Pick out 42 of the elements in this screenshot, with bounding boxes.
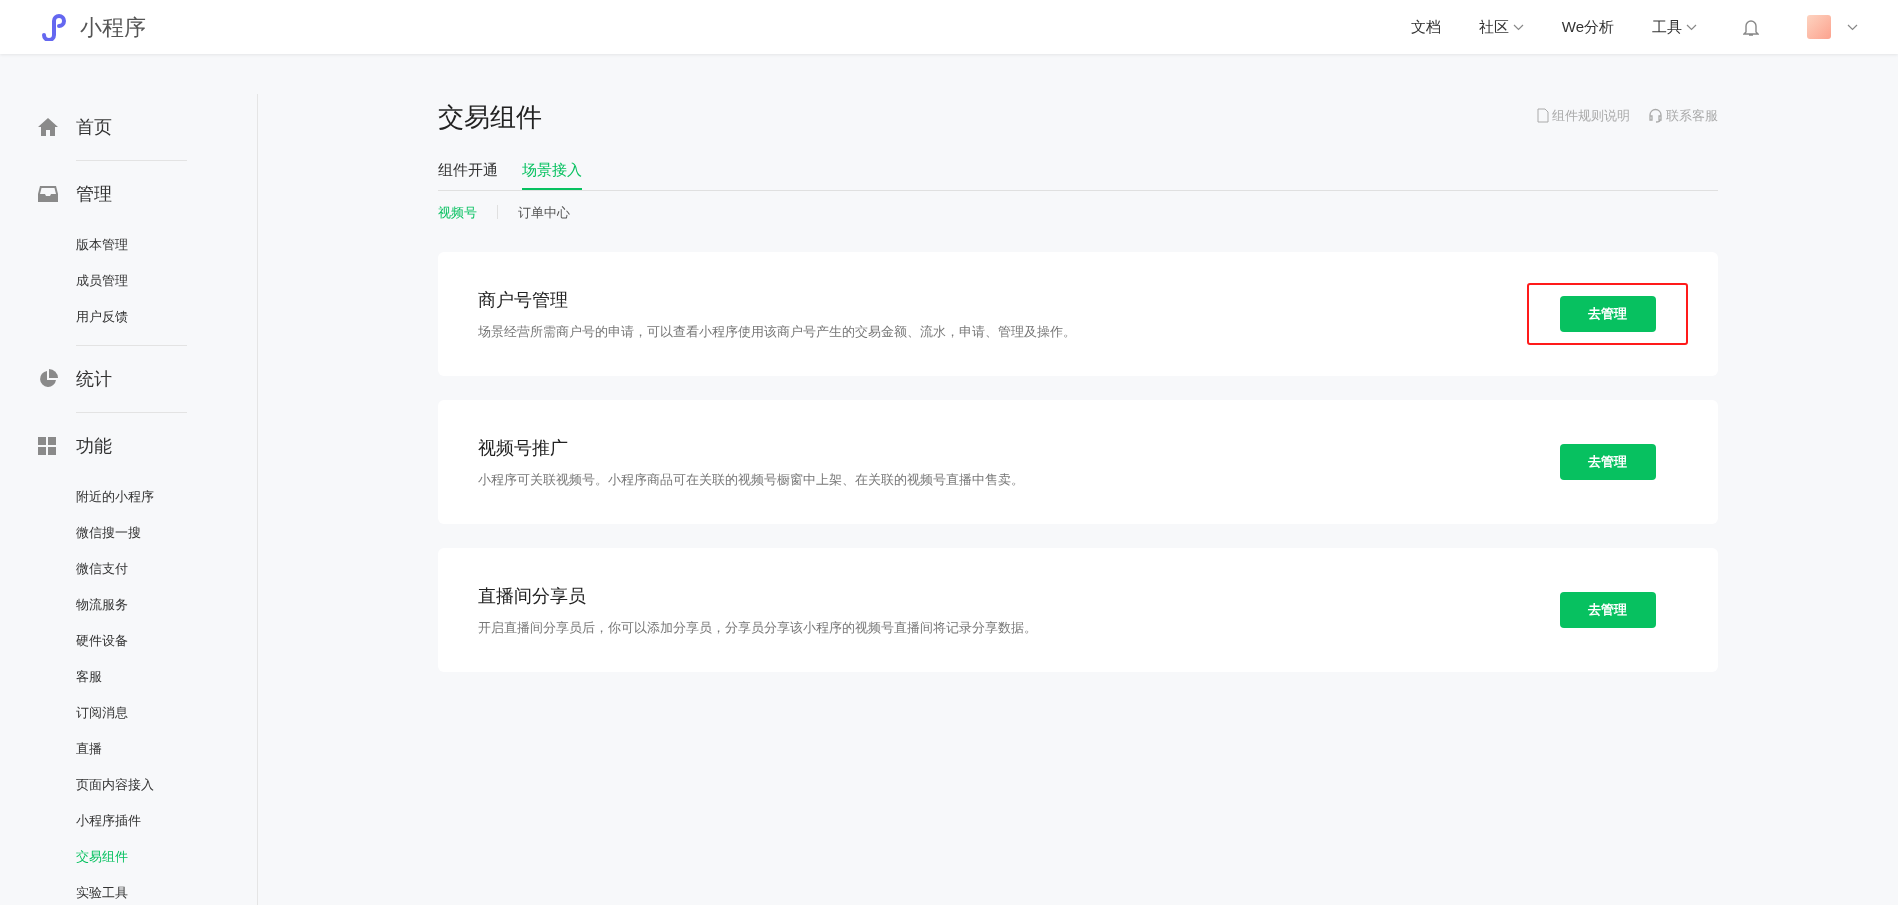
card-title: 视频号推广	[478, 436, 569, 460]
bell-icon[interactable]	[1743, 17, 1759, 37]
grid-icon	[38, 437, 56, 455]
card-description: 开启直播间分享员后，你可以添加分享员，分享员分享该小程序的视频号直播间将记录分享数据。	[478, 618, 1038, 637]
sidebar-group-label[interactable]: 管理	[76, 180, 112, 208]
card-title: 商户号管理	[478, 288, 569, 312]
card-description: 小程序可关联视频号。小程序商品可在关联的视频号橱窗中上架、在关联的视频号直播中售卖。	[478, 470, 1025, 489]
home-icon	[38, 118, 58, 136]
sidebar-group-label[interactable]: 统计	[76, 365, 112, 393]
nav-link[interactable]: 工具	[1652, 15, 1697, 39]
card-title: 直播间分享员	[478, 584, 587, 608]
inbox-icon	[38, 186, 58, 202]
sidebar-item[interactable]: 微信支付	[76, 551, 187, 587]
sidebar-item[interactable]: 附近的小程序	[76, 479, 187, 515]
pie-chart-icon	[38, 369, 58, 389]
nav-link[interactable]: We分析	[1561, 15, 1614, 39]
document-icon	[1537, 108, 1549, 124]
sidebar-item[interactable]: 物流服务	[76, 587, 187, 623]
nav-link[interactable]: 社区	[1478, 15, 1524, 39]
sidebar-item[interactable]: 实验工具	[76, 875, 187, 905]
logo-text: 小程序	[80, 13, 146, 42]
chevron-down-icon[interactable]	[1847, 23, 1858, 31]
sidebar-item[interactable]: 客服	[76, 659, 187, 695]
card-description: 场景经营所需商户号的申请，可以查看小程序使用该商户号产生的交易金额、流水，申请、管理及操作。	[478, 322, 1077, 341]
page-title: 交易组件	[438, 101, 542, 134]
chevron-down-icon	[1686, 23, 1697, 31]
sub-tab[interactable]: 订单中心	[518, 202, 570, 222]
sidebar-item[interactable]: 用户反馈	[76, 299, 187, 335]
sidebar-item[interactable]: 页面内容接入	[76, 767, 187, 803]
sidebar-group-label[interactable]: 功能	[76, 432, 112, 460]
sidebar-item[interactable]: 版本管理	[76, 227, 187, 263]
sidebar-group-label[interactable]: 首页	[76, 113, 112, 141]
sidebar-item[interactable]: 微信搜一搜	[76, 515, 187, 551]
sidebar-item[interactable]: 成员管理	[76, 263, 187, 299]
headset-icon	[1648, 108, 1663, 124]
tab[interactable]: 组件开通	[438, 159, 498, 190]
nav-link[interactable]: 文档	[1410, 15, 1441, 39]
sidebar-item[interactable]: 订阅消息	[76, 695, 187, 731]
chevron-down-icon	[1512, 23, 1524, 31]
sidebar-item[interactable]: 小程序插件	[76, 803, 187, 839]
sidebar-item[interactable]: 硬件设备	[76, 623, 187, 659]
sidebar-item[interactable]: 直播	[76, 731, 187, 767]
